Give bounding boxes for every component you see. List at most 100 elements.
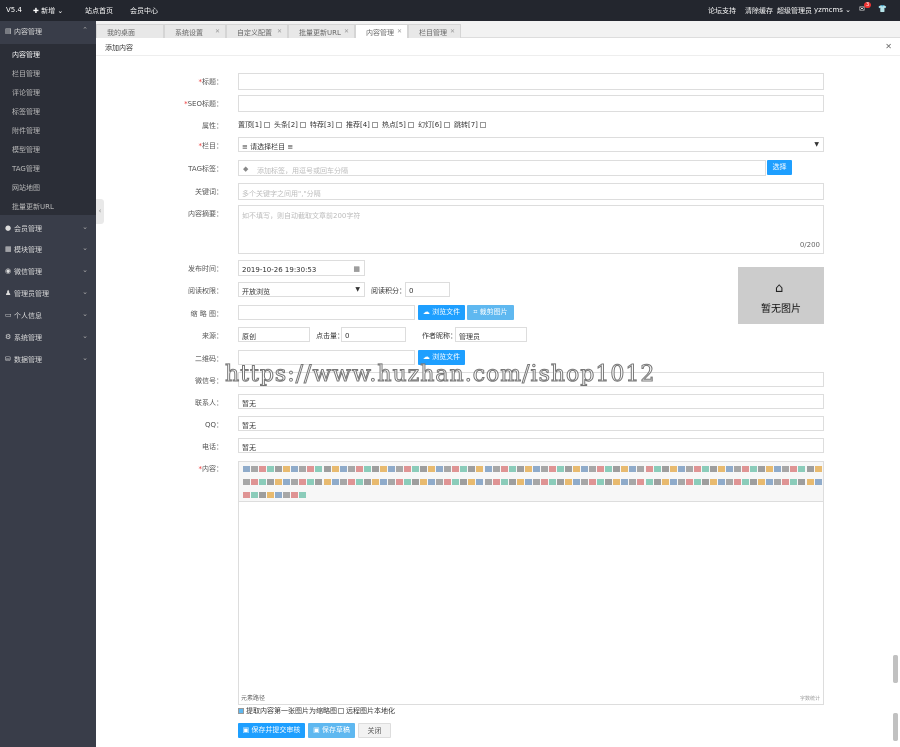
editor-tool-icon[interactable] [251,492,259,498]
editor-tool-icon[interactable] [669,466,677,472]
editor-tool-icon[interactable] [645,479,653,485]
sidebar-group-wechat[interactable]: ◉ 微信管理 ⌄ [0,261,96,281]
editor-tool-icon[interactable] [556,466,564,472]
editor-tool-icon[interactable] [307,479,315,485]
editor-tool-icon[interactable] [283,479,291,485]
editor-tool-icon[interactable] [452,479,460,485]
editor-tool-icon[interactable] [363,479,371,485]
editor-tool-icon[interactable] [661,466,669,472]
editor-tool-icon[interactable] [597,466,605,472]
editor-tool-icon[interactable] [790,466,798,472]
editor-tool-icon[interactable] [605,466,613,472]
editor-tool-icon[interactable] [581,479,589,485]
editor-tool-icon[interactable] [677,479,685,485]
sidebar-group-data[interactable]: ⛁ 数据管理 ⌄ [0,349,96,369]
editor-tool-icon[interactable] [540,479,548,485]
editor-tool-icon[interactable] [307,466,315,472]
sidebar-item-comments[interactable]: 评论管理 [0,82,96,101]
editor-tool-icon[interactable] [355,479,363,485]
editor-tool-icon[interactable] [468,466,476,472]
editor-tool-icon[interactable] [420,479,428,485]
editor-tool-icon[interactable] [484,479,492,485]
phone-input[interactable]: 暂无 [238,438,824,453]
browse-file-button[interactable]: ☁ 浏览文件 [418,305,465,320]
editor-tool-icon[interactable] [750,479,758,485]
sidebar-group-members[interactable]: ● 会员管理 ⌄ [0,218,96,238]
editor-tool-icon[interactable] [267,479,275,485]
editor-tool-icon[interactable] [243,492,250,498]
attr-checkbox-recommend[interactable]: 推荐[4] [346,120,378,130]
editor-tool-icon[interactable] [283,466,291,472]
clear-cache-link[interactable]: 清除缓存 [745,6,773,16]
editor-tool-icon[interactable] [468,479,476,485]
editor-tool-icon[interactable] [283,492,291,498]
editor-tool-icon[interactable] [621,479,629,485]
close-icon[interactable]: ✕ [885,42,892,51]
submit-review-button[interactable]: ▣ 保存并提交审核 [238,723,305,738]
editor-tool-icon[interactable] [621,466,629,472]
editor-tool-icon[interactable] [556,479,564,485]
editor-tool-icon[interactable] [701,466,709,472]
editor-tool-icon[interactable] [782,479,790,485]
editor-tool-icon[interactable] [243,479,250,485]
editor-tool-icon[interactable] [404,479,411,485]
editor-tool-icon[interactable] [339,479,347,485]
editor-tool-icon[interactable] [331,466,339,472]
sidebar-group-admins[interactable]: ♟ 管理员管理 ⌄ [0,283,96,303]
editor-tool-icon[interactable] [782,466,790,472]
editor-tool-icon[interactable] [387,466,395,472]
editor-tool-icon[interactable] [251,466,259,472]
editor-tool-icon[interactable] [677,466,685,472]
editor-tool-icon[interactable] [291,466,299,472]
tab-custom-config[interactable]: 自定义配置 ✕ [226,24,288,38]
editor-tool-icon[interactable] [734,466,742,472]
rich-text-editor[interactable]: 元素路径 字数统计 [238,461,824,705]
editor-tool-icon[interactable] [516,466,524,472]
first-image-checkbox[interactable]: 提取内容第一张图片为缩略图 [238,706,337,716]
editor-tool-icon[interactable] [476,466,484,472]
editor-tool-icon[interactable] [347,466,355,472]
sidebar-item-content[interactable]: 内容管理 [0,44,96,63]
sidebar-item-sitemap[interactable]: 网站地图 [0,177,96,196]
editor-tool-icon[interactable] [790,479,798,485]
tag-input[interactable]: ◆ 添加标签，用逗号或回车分隔 [238,160,766,176]
editor-tool-icon[interactable] [589,466,597,472]
editor-tool-icon[interactable] [363,466,371,472]
editor-tool-icon[interactable] [387,479,395,485]
read-points-input[interactable]: 0 [405,282,450,297]
editor-tool-icon[interactable] [814,479,822,485]
tab-content[interactable]: 内容管理 ✕ [355,24,408,38]
editor-tool-icon[interactable] [436,466,444,472]
add-new-menu[interactable]: ✚ 新增 ⌄ [33,6,63,16]
editor-tool-icon[interactable] [315,479,323,485]
editor-tool-icon[interactable] [299,492,307,498]
editor-tool-icon[interactable] [323,466,331,472]
editor-tool-icon[interactable] [701,479,709,485]
editor-tool-icon[interactable] [629,479,637,485]
editor-tool-icon[interactable] [291,479,299,485]
sidebar-item-batch-url[interactable]: 批量更新URL [0,196,96,215]
editor-tool-icon[interactable] [661,479,669,485]
crop-image-button[interactable]: ⌗ 裁剪图片 [467,305,514,320]
editor-tool-icon[interactable] [653,466,661,472]
editor-tool-icon[interactable] [774,466,782,472]
editor-tool-icon[interactable] [315,466,323,472]
editor-tool-icon[interactable] [412,479,420,485]
close-button[interactable]: 关闭 [358,723,391,738]
keywords-input[interactable]: 多个关键字之间用","分隔 [238,183,824,200]
editor-tool-icon[interactable] [267,466,275,472]
tab-batch-url[interactable]: 批量更新URL ✕ [288,24,355,38]
editor-tool-icon[interactable] [653,479,661,485]
editor-tool-icon[interactable] [766,466,774,472]
editor-tool-icon[interactable] [243,466,250,472]
editor-tool-icon[interactable] [259,492,267,498]
editor-tool-icon[interactable] [259,479,267,485]
editor-tool-icon[interactable] [444,479,452,485]
user-menu[interactable]: yzmcms ⌄ [814,6,851,14]
editor-tool-icon[interactable] [717,479,725,485]
contact-input[interactable]: 暂无 [238,394,824,409]
attr-checkbox-slide[interactable]: 幻灯[6] [418,120,450,130]
editor-tool-icon[interactable] [379,466,387,472]
description-textarea[interactable]: 如不填写，则自动截取文章前200字符 0/200 [238,205,824,254]
sidebar-item-category[interactable]: 栏目管理 [0,63,96,82]
